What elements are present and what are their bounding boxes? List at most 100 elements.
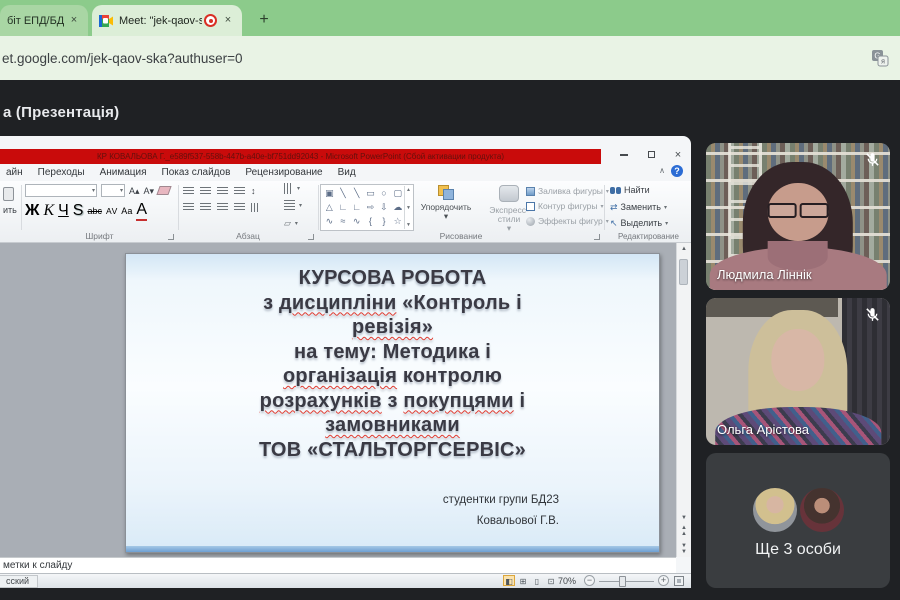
ribbon-tab[interactable]: Анимация [100, 167, 147, 178]
minimize-icon[interactable] [617, 148, 631, 162]
text-direction-icon[interactable] [284, 183, 293, 194]
vertical-scrollbar[interactable]: ▲ ▼ ▲▲ ▼▼ [676, 243, 691, 557]
paste-button[interactable]: ить [3, 205, 17, 215]
zoom-level[interactable]: 70% [558, 576, 576, 586]
decrease-indent-icon[interactable] [217, 187, 228, 196]
font-style-button[interactable]: Ж [25, 202, 39, 220]
shape-icon[interactable]: ∟ [351, 200, 362, 214]
dialog-launcher-icon[interactable] [594, 234, 600, 240]
shape-effects-button[interactable]: Эффекты фигур▾ [526, 216, 609, 226]
font-style-button[interactable]: Аа [121, 206, 132, 216]
notes-pane[interactable]: метки к слайду [0, 557, 676, 573]
zoom-in-button[interactable]: + [658, 575, 669, 586]
slide-credits-textbox[interactable]: студентки групи БД23 Ковальової Г.В. [443, 490, 559, 532]
new-tab-button[interactable]: + [253, 9, 275, 31]
replace-button[interactable]: ⇄ Заменить▾ [610, 201, 667, 213]
shrink-font-button[interactable]: А▾ [144, 185, 155, 197]
ribbon-tab[interactable]: айн [6, 167, 23, 178]
tab-close-icon[interactable]: × [67, 14, 81, 28]
view-button-icon[interactable]: ⊡ [545, 575, 557, 586]
shapes-scrollbar[interactable]: ▲▼▼ [404, 186, 412, 229]
scroll-thumb[interactable] [679, 259, 688, 285]
select-button[interactable]: ↖ Выделить▾ [610, 217, 668, 229]
address-bar[interactable]: et.google.com/jek-qaov-ska?authuser=0 Gя [0, 36, 900, 80]
shape-icon[interactable]: ∿ [351, 214, 362, 228]
shape-icon[interactable]: ╲ [338, 186, 349, 200]
numbering-icon[interactable] [200, 187, 211, 196]
participant-video-tile[interactable]: Людмила Ліннік [706, 143, 890, 290]
font-style-button[interactable]: А [136, 201, 147, 221]
tab-close-icon[interactable]: × [221, 14, 235, 28]
font-style-button[interactable]: Ч [58, 202, 69, 220]
align-right-icon[interactable] [217, 203, 228, 212]
font-style-button[interactable]: К [43, 202, 54, 220]
shape-outline-button[interactable]: Контур фигуры▾ [526, 201, 603, 211]
view-button-icon[interactable]: ◧ [503, 575, 515, 586]
participant-video-tile[interactable]: Ольга Арістова [706, 298, 890, 445]
shape-icon[interactable]: } [379, 214, 390, 228]
shape-icon[interactable]: ⇩ [379, 200, 390, 214]
shape-icon[interactable]: ≈ [338, 214, 349, 228]
zoom-out-button[interactable]: − [584, 575, 595, 586]
ribbon-tab[interactable]: Показ слайдов [162, 167, 231, 178]
collapse-ribbon-icon[interactable]: ∧ [659, 166, 665, 175]
slide-title-textbox[interactable]: КУРСОВА РОБОТАз дисципліни «Контроль іре… [144, 266, 641, 462]
font-style-button[interactable]: S [73, 202, 84, 220]
shape-fill-button[interactable]: Заливка фигуры▾ [526, 186, 609, 196]
increase-indent-icon[interactable] [234, 187, 245, 196]
shape-icon[interactable]: △ [324, 200, 335, 214]
language-status[interactable]: сский [0, 575, 38, 588]
scroll-down-icon[interactable]: ▼ [677, 515, 691, 521]
shape-icon[interactable]: ▭ [365, 186, 376, 200]
next-slide-icon[interactable]: ▼▼ [677, 543, 691, 555]
browser-tab-active[interactable]: Meet: "jek-qaov-ska" × [92, 5, 242, 36]
line-spacing-icon[interactable]: ↕ [251, 185, 256, 197]
translate-icon[interactable]: Gя [871, 49, 889, 67]
columns-icon[interactable] [251, 203, 260, 212]
help-icon[interactable]: ? [671, 165, 683, 177]
close-icon[interactable]: × [671, 148, 685, 162]
clear-formatting-icon[interactable] [156, 186, 171, 195]
shape-icon[interactable]: { [365, 214, 376, 228]
font-style-button[interactable]: АV [106, 206, 117, 216]
shape-icon[interactable]: ☁ [392, 200, 403, 214]
font-size-select[interactable]: ▾ [101, 184, 125, 197]
shape-icon[interactable]: ▣ [324, 186, 335, 200]
bullets-icon[interactable] [183, 187, 194, 196]
shape-icon[interactable]: ∿ [324, 214, 335, 228]
ribbon-tab[interactable]: Вид [338, 167, 356, 178]
smartart-icon[interactable]: ▱ [284, 217, 291, 229]
url-text[interactable]: et.google.com/jek-qaov-ska?authuser=0 [2, 51, 243, 66]
align-center-icon[interactable] [200, 203, 211, 212]
shape-icon[interactable]: ○ [379, 186, 390, 200]
align-left-icon[interactable] [183, 203, 194, 212]
shape-icon[interactable]: ⇨ [365, 200, 376, 214]
font-name-select[interactable]: ▾ [25, 184, 97, 197]
shape-icon[interactable]: ∟ [338, 200, 349, 214]
ribbon-tab[interactable]: Переходы [38, 167, 85, 178]
view-button-icon[interactable]: ▯ [531, 575, 543, 586]
justify-icon[interactable] [234, 203, 245, 212]
zoom-slider-track[interactable] [599, 581, 654, 582]
dialog-launcher-icon[interactable] [308, 234, 314, 240]
zoom-slider-thumb[interactable] [619, 576, 626, 587]
shape-icon[interactable]: ☆ [392, 214, 403, 228]
powerpoint-window[interactable]: КР КОВАЛЬОВА Г._e589f537-558b-447b-a40e-… [0, 136, 691, 588]
shapes-gallery[interactable]: ▣╲╲▭○▢ △∟∟⇨⇩☁ ∿≈∿{}☆ ▲▼▼ [320, 184, 414, 231]
slide[interactable]: КУРСОВА РОБОТАз дисципліни «Контроль іре… [125, 253, 660, 553]
font-style-button[interactable]: abc [87, 206, 102, 216]
more-participants-tile[interactable]: Ще 3 особи [706, 453, 890, 588]
fit-to-window-icon[interactable] [674, 576, 684, 586]
browser-tab-inactive[interactable]: біт ЕПД/БД × [0, 5, 88, 36]
align-text-icon[interactable] [284, 200, 295, 211]
find-button[interactable]: Найти [610, 185, 650, 195]
paste-icon[interactable] [3, 187, 14, 201]
shape-icon[interactable]: ╲ [351, 186, 362, 200]
dialog-launcher-icon[interactable] [168, 234, 174, 240]
previous-slide-icon[interactable]: ▲▲ [677, 525, 691, 537]
grow-font-button[interactable]: А▴ [129, 185, 140, 197]
shape-icon[interactable]: ▢ [392, 186, 403, 200]
scroll-up-icon[interactable]: ▲ [677, 246, 691, 252]
slide-canvas[interactable]: КУРСОВА РОБОТАз дисципліни «Контроль іре… [0, 243, 676, 557]
view-button-icon[interactable]: ⊞ [517, 575, 529, 586]
